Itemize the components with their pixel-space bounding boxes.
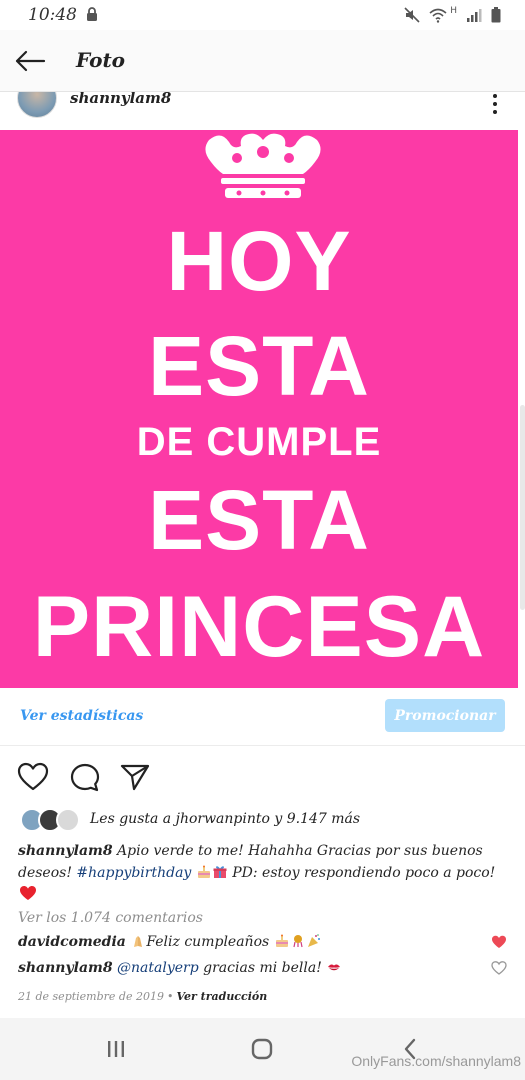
status-bar: 10:48 H bbox=[0, 0, 525, 30]
kiss-mark-icon bbox=[328, 964, 341, 971]
comment-icon[interactable] bbox=[69, 762, 101, 792]
page-title: Foto bbox=[76, 48, 126, 72]
poster-line-1: HOY bbox=[166, 214, 352, 308]
wifi-icon bbox=[429, 8, 447, 23]
arrow-left-icon bbox=[15, 50, 46, 72]
poster-line-5: PRINCESA bbox=[32, 579, 486, 675]
comment-like-filled-icon[interactable] bbox=[491, 935, 507, 949]
post-header: shannylam8 bbox=[0, 92, 525, 130]
mute-icon bbox=[404, 7, 420, 23]
cake-icon bbox=[197, 865, 210, 878]
see-translation-link[interactable]: Ver traducción bbox=[176, 990, 267, 1003]
scrollbar[interactable] bbox=[520, 405, 525, 610]
liker-avatar bbox=[56, 808, 80, 832]
heart-icon[interactable] bbox=[17, 762, 49, 792]
post-actions bbox=[0, 746, 525, 806]
poster-line-2: ESTA bbox=[148, 319, 370, 413]
praying-hands-icon bbox=[134, 936, 143, 947]
promote-button[interactable]: Promocionar bbox=[385, 699, 505, 732]
party-popper-icon bbox=[307, 934, 320, 947]
more-dots-icon bbox=[493, 94, 497, 98]
post-image[interactable]: HOY ESTA DE CUMPLE ESTA PRINCESA bbox=[0, 130, 518, 688]
comment-item: shannylam8 @natalyerp gracias mi bella! bbox=[18, 960, 478, 976]
post-username[interactable]: shannylam8 bbox=[70, 92, 171, 107]
poster-line-4: ESTA bbox=[148, 473, 370, 567]
caption-text-2: PD: estoy respondiendo poco a poco! bbox=[232, 865, 496, 881]
watermark: OnlyFans.com/shannylam8 bbox=[351, 1053, 521, 1069]
view-all-comments-link[interactable]: Ver los 1.074 comentarios bbox=[18, 910, 203, 926]
gift-icon bbox=[213, 866, 227, 878]
status-icons: H bbox=[404, 6, 501, 24]
system-nav-bar bbox=[0, 1018, 525, 1080]
back-button[interactable] bbox=[10, 44, 50, 78]
post-date: 21 de septiembre de 2019 bbox=[18, 990, 164, 1003]
comment-username[interactable]: shannylam8 bbox=[18, 960, 113, 976]
insights-row: Ver estadísticas Promocionar bbox=[0, 688, 525, 746]
signal-icon bbox=[467, 9, 482, 22]
share-icon[interactable] bbox=[119, 762, 151, 792]
recent-apps-icon bbox=[108, 1041, 124, 1057]
home-button[interactable] bbox=[248, 1036, 276, 1062]
recent-apps-button[interactable] bbox=[102, 1036, 130, 1062]
cake-icon bbox=[275, 934, 288, 947]
lock-icon bbox=[87, 7, 97, 21]
battery-icon bbox=[491, 7, 501, 23]
poster-line-3: DE CUMPLE bbox=[136, 420, 382, 464]
comment-text: gracias mi bella! bbox=[203, 960, 322, 976]
post-caption: shannylam8 Apio verde to me! Hahahha Gra… bbox=[18, 840, 508, 906]
likes-row[interactable]: Les gusta a jhorwanpinto y 9.147 más bbox=[0, 806, 525, 836]
more-options-button[interactable] bbox=[491, 94, 499, 114]
avatar[interactable] bbox=[17, 92, 57, 118]
likes-count[interactable]: Les gusta a jhorwanpinto y 9.147 más bbox=[90, 811, 360, 827]
post-timestamp-row: 21 de septiembre de 2019 • Ver traducción bbox=[18, 990, 267, 1003]
caption-username[interactable]: shannylam8 bbox=[18, 843, 113, 859]
crown-icon bbox=[205, 133, 321, 198]
comment-username[interactable]: davidcomedia bbox=[18, 934, 126, 950]
comment-mention[interactable]: @natalyerp bbox=[117, 960, 199, 976]
comment-text: Feliz cumpleaños bbox=[146, 934, 270, 950]
app-bar: Foto bbox=[0, 30, 525, 92]
caption-hashtag[interactable]: #happybirthday bbox=[76, 865, 191, 881]
network-type: H bbox=[450, 6, 457, 16]
red-heart-icon bbox=[20, 886, 36, 900]
view-insights-link[interactable]: Ver estadísticas bbox=[20, 708, 143, 724]
comment-like-icon[interactable] bbox=[491, 961, 507, 975]
status-time: 10:48 bbox=[28, 5, 77, 25]
confetti-ball-icon bbox=[293, 935, 303, 948]
comment-item: davidcomedia Feliz cumpleaños bbox=[18, 934, 478, 950]
separator: • bbox=[166, 990, 174, 1003]
home-icon bbox=[251, 1038, 273, 1060]
